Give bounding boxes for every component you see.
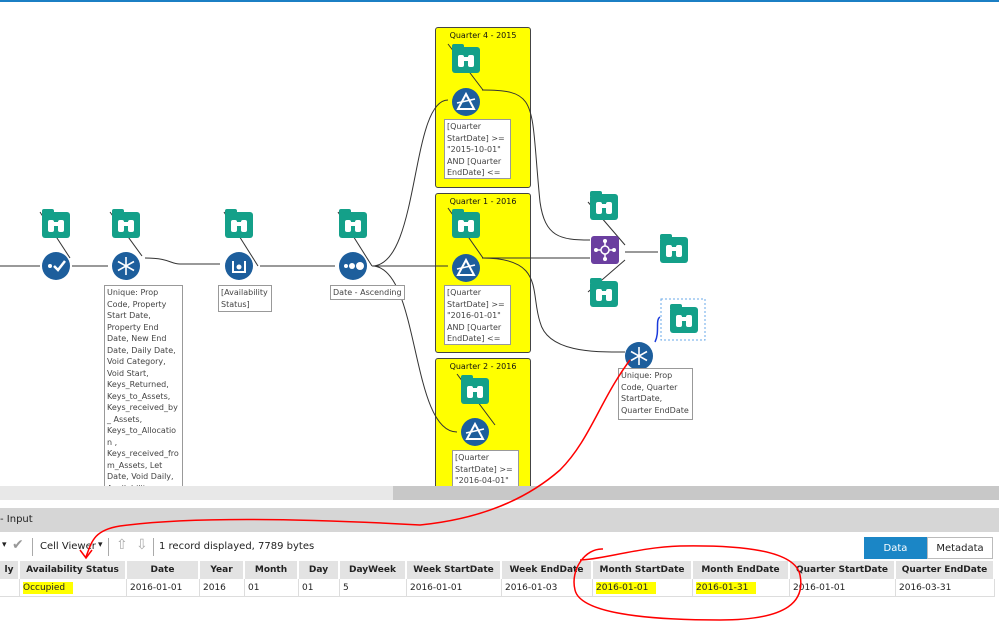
binoculars-icon [118,220,134,232]
table-cell[interactable]: 2016-01-01 [593,579,693,597]
results-toolbar: ▾ ✔ Cell Viewer ▾ ⇧ ⇩ 1 record displayed… [0,534,999,560]
binoculars-icon [596,202,612,214]
unique-tool[interactable] [112,252,140,280]
sort-tool[interactable] [339,252,367,280]
column-header[interactable]: ly [0,561,20,579]
browse-icon[interactable] [670,304,698,333]
browse-icon[interactable] [339,209,367,238]
binoculars-icon [231,220,247,232]
binoculars-icon [48,220,64,232]
table-cell[interactable] [0,579,20,597]
network-icon [594,239,616,261]
filter-tool[interactable] [461,418,489,446]
browse-icon[interactable] [660,234,688,263]
data-cleansing-tool[interactable] [42,252,70,280]
filter-tool[interactable] [452,254,480,282]
dropdown-arrow-icon[interactable]: ▾ [98,540,103,550]
divider [153,538,154,556]
column-header[interactable]: Month [245,561,299,579]
table-cell[interactable]: 2016-01-01 [127,579,200,597]
divider [108,538,109,556]
table-cell[interactable]: 01 [299,579,340,597]
table-cell[interactable]: 2016-01-01 [407,579,502,597]
header-row: ly Availability Status Date Year Month Day Day… [0,561,999,579]
column-header[interactable]: Quarter StartDate [790,561,896,579]
column-header[interactable]: Week EndDate [502,561,593,579]
table-cell[interactable]: 2016-01-03 [502,579,593,597]
browse-icon[interactable] [461,375,489,404]
table-row[interactable]: Occupied 2016-01-01 2016 01 01 5 2016-01-01 201… [0,579,999,597]
binoculars-icon [676,315,692,327]
table-cell[interactable]: 5 [340,579,407,597]
filter-triangle-icon [465,421,485,440]
binoculars-icon [345,220,361,232]
tab-metadata[interactable]: Metadata [927,537,993,559]
highlighted-value: 2016-01-01 [596,582,657,594]
snowflake-icon [630,347,648,365]
highlighted-value: 2016-01-31 [696,582,757,594]
dots-icon [344,262,364,270]
binoculars-icon [458,220,474,232]
unique-annotation: Unique: Prop Code, Quarter StartDate, Qu… [618,368,693,420]
filter-annotation: [Quarter StartDate] >= "2016-01-01" AND … [444,285,511,345]
formula-annotation: [Availability Status] [218,285,272,312]
table-cell[interactable]: 2016-01-01 [790,579,896,597]
sort-annotation: Date - Ascending [330,285,405,300]
unique-tool[interactable] [625,342,653,370]
binoculars-icon [596,289,612,301]
filter-annotation: [Quarter StartDate] >= "2015-10-01" AND … [444,119,511,179]
browse-icon[interactable] [452,44,480,73]
binoculars-icon [467,386,483,398]
snowflake-icon [117,257,135,275]
column-header[interactable]: Date [127,561,200,579]
binoculars-icon [458,55,474,67]
checkmark-icon[interactable]: ✔ [12,537,24,553]
divider [32,538,33,556]
binoculars-icon [666,245,682,257]
browse-icon[interactable] [452,209,480,238]
join-multiple-tool[interactable] [591,236,619,264]
dropdown-arrow-icon[interactable]: ▾ [2,540,7,550]
filter-triangle-icon [456,257,476,276]
column-header[interactable]: DayWeek [340,561,407,579]
arrow-down-icon[interactable]: ⇩ [136,537,148,553]
filter-triangle-icon [456,91,476,110]
table-cell[interactable]: 2016 [200,579,245,597]
column-header[interactable]: Day [299,561,340,579]
beaker-icon [232,261,246,273]
table-cell[interactable]: 2016-03-31 [896,579,995,597]
highlighted-value: Occupied [23,582,74,594]
table-cell[interactable]: 2016-01-31 [693,579,790,597]
formula-tool[interactable] [225,252,253,280]
column-header[interactable]: Week StartDate [407,561,502,579]
column-header[interactable]: Availability Status [20,561,127,579]
record-status: 1 record displayed, 7789 bytes [159,541,315,552]
browse-icon[interactable] [225,209,253,238]
tab-data[interactable]: Data [864,537,927,559]
column-header[interactable]: Month EndDate [693,561,790,579]
arrow-up-icon[interactable]: ⇧ [116,537,128,553]
scrollbar-thumb[interactable] [393,486,999,500]
column-header[interactable]: Year [200,561,245,579]
column-header[interactable]: Month StartDate [593,561,693,579]
browse-icon[interactable] [590,278,618,307]
column-header[interactable]: Quarter EndDate [896,561,995,579]
filter-annotation: [Quarter StartDate] >= "2016-04-01" [452,450,519,486]
cell-viewer-button[interactable]: Cell Viewer [40,541,96,552]
browse-icon[interactable] [112,209,140,238]
results-title: - Input [0,508,999,532]
table-cell[interactable]: Occupied [20,579,127,597]
filter-tool[interactable] [452,88,480,116]
checkmark-icon [48,260,66,272]
workflow-canvas[interactable]: Quarter 4 - 2015 Quarter 1 - 2016 Quarte… [0,2,999,486]
browse-icon[interactable] [590,191,618,220]
table-cell[interactable]: 01 [245,579,299,597]
browse-icon[interactable] [42,209,70,238]
unique-annotation: Unique: Prop Code, Property Start Date, … [104,285,183,486]
